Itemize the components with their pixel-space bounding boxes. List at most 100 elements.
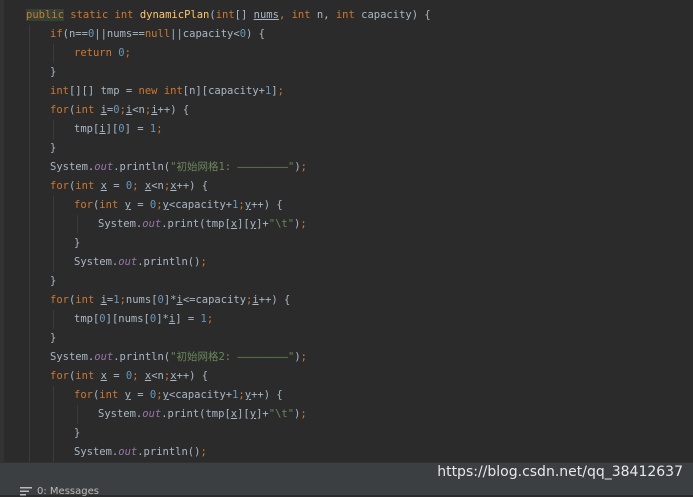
code-token: } xyxy=(50,275,57,287)
code-token: return xyxy=(74,47,112,59)
indent-guide xyxy=(77,405,78,424)
code-token: for xyxy=(50,104,69,116)
code-token: System. xyxy=(98,408,143,420)
indent-guide xyxy=(29,25,30,462)
code-token: ; xyxy=(132,180,145,192)
code-token: System. xyxy=(98,218,143,230)
code-token: ; xyxy=(300,218,307,230)
code-token: nums[ xyxy=(125,294,158,306)
code-line[interactable]: System.out.println(); xyxy=(74,253,207,272)
code-token: ++) { xyxy=(176,180,209,192)
code-token: "\t" xyxy=(268,218,295,230)
code-token: ][ xyxy=(105,123,119,135)
code-token: int xyxy=(335,9,355,21)
code-line[interactable]: System.out.println(); xyxy=(74,443,207,462)
code-editor[interactable]: public static int dynamicPlan(int[] nums… xyxy=(0,0,693,462)
code-token: int xyxy=(163,85,183,97)
code-token: System. xyxy=(50,351,95,363)
code-token: int xyxy=(75,104,95,116)
code-token: new xyxy=(138,85,158,97)
code-line[interactable]: public static int dynamicPlan(int[] nums… xyxy=(26,6,431,25)
code-token: <=capacity xyxy=(182,294,247,306)
code-line[interactable]: } xyxy=(50,329,56,348)
code-token: <n xyxy=(132,104,145,116)
code-token: int xyxy=(215,9,235,21)
code-line[interactable]: System.out.print(tmp[x][y]+"\t"); xyxy=(98,215,307,234)
code-token: nums xyxy=(253,9,279,21)
indent-guide xyxy=(53,310,54,329)
code-token: = xyxy=(106,370,126,382)
code-token: n, xyxy=(310,9,336,21)
code-line[interactable]: } xyxy=(74,424,80,443)
code-token: ++) { xyxy=(176,370,209,382)
code-token: ||capacity< xyxy=(170,28,240,40)
code-token: static xyxy=(70,9,109,21)
code-line[interactable]: tmp[i][0] = 1; xyxy=(74,120,163,139)
code-token: ] = xyxy=(124,123,150,135)
code-line[interactable]: for(int i=1;nums[0]*i<=capacity;i++) { xyxy=(50,291,290,310)
messages-tab[interactable]: 0: Messages xyxy=(20,485,99,497)
code-line[interactable]: for(int x = 0; x<n;x++) { xyxy=(50,177,208,196)
code-token: ; xyxy=(300,408,307,420)
code-token: out xyxy=(118,256,138,268)
code-token: } xyxy=(50,142,57,154)
code-line[interactable]: return 0; xyxy=(74,44,131,63)
code-token: int xyxy=(75,370,95,382)
code-token: dynamicPlan xyxy=(139,9,210,21)
code-line[interactable]: tmp[0][nums[0]*i] = 1; xyxy=(74,310,213,329)
code-token: ; xyxy=(206,313,214,325)
code-token: public xyxy=(26,9,64,21)
code-token: if xyxy=(50,28,63,40)
code-line[interactable]: if(n==0||nums==null||capacity<0) { xyxy=(50,25,265,44)
code-token: int xyxy=(291,9,311,21)
code-line[interactable]: } xyxy=(50,139,56,158)
code-token: capacity) { xyxy=(354,9,431,21)
code-token: int xyxy=(99,199,119,211)
code-token: <capacity+ xyxy=(168,389,233,401)
code-token: .println() xyxy=(137,446,201,458)
code-token: for xyxy=(74,389,93,401)
code-token: ] = xyxy=(175,313,201,325)
code-token: for xyxy=(50,370,69,382)
code-token: out xyxy=(94,161,114,173)
indent-guide xyxy=(53,196,54,272)
indent-guide xyxy=(53,386,54,462)
code-line[interactable]: for(int i=0;i<n;i++) { xyxy=(50,101,189,120)
code-token: ; xyxy=(200,256,207,268)
code-line[interactable]: } xyxy=(50,63,56,82)
code-token: "\t" xyxy=(268,408,295,420)
code-line[interactable]: System.out.print(tmp[x][y]+"\t"); xyxy=(98,405,307,424)
code-token: (n== xyxy=(62,28,88,40)
code-token: ]+ xyxy=(256,218,269,230)
code-token: } xyxy=(74,237,81,249)
code-line[interactable]: for(int y = 0;y<capacity+1;y++) { xyxy=(74,196,283,215)
code-token: [][] tmp = xyxy=(68,85,139,97)
code-line[interactable]: System.out.println("初始网格2: ————————"); xyxy=(50,348,307,367)
code-line[interactable]: for(int y = 0;y<capacity+1;y++) { xyxy=(74,386,283,405)
code-token: int xyxy=(50,85,69,97)
code-token: <n xyxy=(151,370,164,382)
code-line[interactable]: System.out.println("初始网格1: ————————"); xyxy=(50,158,307,177)
code-line[interactable]: } xyxy=(74,234,80,253)
code-token: } xyxy=(50,332,57,344)
code-token: "初始网格1: ————————" xyxy=(170,161,295,173)
indent-guide xyxy=(77,215,78,234)
code-token: = xyxy=(130,389,150,401)
code-token: tmp[ xyxy=(74,123,100,135)
code-token: } xyxy=(74,427,81,439)
code-token: } xyxy=(50,66,57,78)
code-token: [n][capacity+ xyxy=(182,85,265,97)
code-token: ++) { xyxy=(251,389,283,401)
code-token: ]* xyxy=(163,294,177,306)
code-token: .println( xyxy=(113,351,171,363)
messages-tab-label: 0: Messages xyxy=(37,485,99,497)
code-token: .println( xyxy=(113,161,171,173)
code-line[interactable]: } xyxy=(50,272,56,291)
code-token: ; xyxy=(300,161,307,173)
code-line[interactable]: int[][] tmp = new int[n][capacity+1]; xyxy=(50,82,284,101)
code-line[interactable]: for(int x = 0; x<n;x++) { xyxy=(50,367,208,386)
code-token: tmp[ xyxy=(74,313,100,325)
code-token: ]+ xyxy=(256,408,269,420)
code-token: , xyxy=(278,9,292,21)
watermark: https://blog.csdn.net/qq_38412637 xyxy=(437,464,683,480)
